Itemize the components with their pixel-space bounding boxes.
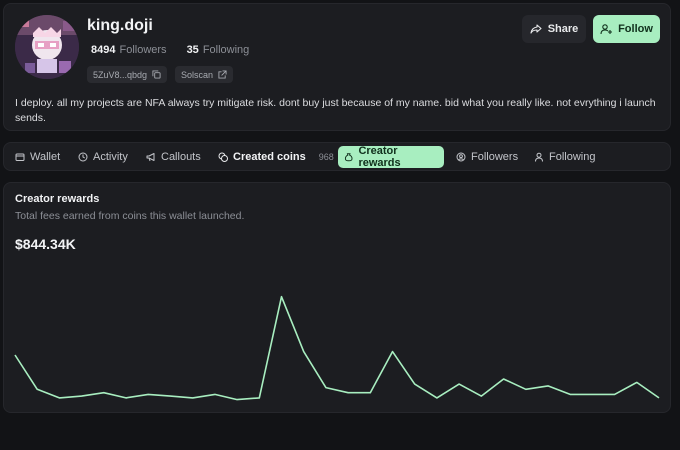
rewards-data-point[interactable]: [390, 349, 396, 355]
solscan-label: Solscan: [181, 69, 214, 80]
tab-label: Followers: [471, 151, 519, 163]
rewards-data-point[interactable]: [367, 390, 373, 396]
tab-creator-rewards[interactable]: Creator rewards: [338, 145, 444, 169]
share-icon: [530, 24, 542, 34]
followers-stat[interactable]: 8494 Followers: [91, 44, 167, 56]
tab-callouts[interactable]: Callouts: [140, 146, 207, 168]
rewards-data-point[interactable]: [345, 390, 351, 396]
copy-icon[interactable]: [152, 70, 161, 79]
tab-label: Created coins: [233, 151, 306, 163]
rewards-data-point[interactable]: [101, 390, 107, 396]
tab-label: Following: [549, 151, 596, 163]
rewards-series-line: [14, 295, 660, 401]
rewards-data-point[interactable]: [323, 385, 329, 391]
rewards-subtitle: Total fees earned from coins this wallet…: [15, 210, 245, 222]
rewards-data-point[interactable]: [434, 395, 440, 401]
tab-following[interactable]: Following: [528, 146, 601, 168]
rewards-data-point[interactable]: [634, 379, 640, 385]
rewards-data-point[interactable]: [145, 391, 151, 397]
tab-label: Wallet: [30, 151, 61, 163]
rewards-data-point[interactable]: [167, 393, 173, 399]
rewards-data-point[interactable]: [56, 395, 62, 401]
rewards-data-point[interactable]: [212, 391, 218, 397]
profile-tabs: Wallet Activity Callouts Created coins 9…: [3, 142, 671, 171]
rewards-data-point[interactable]: [412, 381, 418, 387]
rewards-data-point[interactable]: [301, 349, 307, 355]
following-count: 35: [186, 44, 199, 56]
avatar[interactable]: [15, 15, 79, 79]
rewards-data-point[interactable]: [278, 294, 284, 300]
rewards-data-point[interactable]: [478, 393, 484, 399]
rewards-data-point[interactable]: [456, 381, 462, 387]
follow-label: Follow: [618, 23, 653, 35]
megaphone-icon: [146, 153, 155, 162]
tab-created-coins[interactable]: Created coins 968: [212, 146, 340, 168]
share-button[interactable]: Share: [522, 15, 586, 43]
tab-label: Activity: [93, 151, 128, 163]
external-link-icon: [218, 70, 227, 79]
clock-icon: [78, 152, 88, 162]
wallet-address: 5ZuV8...qbdg: [93, 69, 148, 80]
following-label: Following: [202, 44, 250, 56]
rewards-data-point[interactable]: [589, 391, 595, 397]
reward-icon: [344, 153, 353, 162]
rewards-data-point[interactable]: [567, 391, 573, 397]
profile-stats: 8494 Followers 35 Following: [91, 44, 249, 56]
creator-rewards-panel: Creator rewards Total fees earned from c…: [3, 182, 671, 413]
tab-wallet[interactable]: Wallet: [9, 146, 66, 168]
share-label: Share: [547, 23, 579, 35]
avatar-image: [15, 15, 79, 79]
rewards-data-point[interactable]: [12, 352, 18, 358]
rewards-data-point[interactable]: [523, 386, 529, 392]
rewards-data-point[interactable]: [501, 376, 507, 382]
rewards-data-point[interactable]: [545, 383, 551, 389]
tab-activity[interactable]: Activity: [72, 146, 134, 168]
profile-chips: 5ZuV8...qbdg Solscan: [87, 66, 234, 83]
coins-icon: [218, 152, 228, 162]
rewards-data-point[interactable]: [612, 391, 618, 397]
following-stat[interactable]: 35 Following: [187, 44, 250, 56]
rewards-data-point[interactable]: [123, 395, 129, 401]
follow-button[interactable]: Follow: [593, 15, 660, 43]
tab-label: Callouts: [161, 151, 201, 163]
user-plus-icon: [600, 24, 613, 35]
wallet-address-chip[interactable]: 5ZuV8...qbdg: [87, 66, 168, 83]
user-icon: [535, 152, 543, 162]
solscan-link[interactable]: Solscan: [175, 66, 234, 83]
rewards-total: $844.34K: [15, 236, 76, 252]
tab-followers[interactable]: Followers: [450, 146, 524, 168]
profile-card: king.doji 8494 Followers 35 Following 5ZuV…: [3, 3, 671, 131]
wallet-icon: [15, 153, 25, 161]
tab-label: Creator rewards: [358, 145, 401, 169]
user-circle-icon: [456, 152, 466, 162]
rewards-title: Creator rewards: [15, 193, 100, 205]
created-coins-count: 968: [318, 152, 334, 162]
profile-bio: I deploy. all my projects are NFA always…: [15, 97, 656, 124]
rewards-data-point[interactable]: [190, 395, 196, 401]
rewards-data-point[interactable]: [79, 393, 85, 399]
rewards-data-point[interactable]: [656, 395, 662, 401]
rewards-data-point[interactable]: [234, 397, 240, 403]
profile-name: king.doji: [87, 17, 153, 34]
followers-label: Followers: [119, 44, 167, 56]
followers-count: 8494: [91, 44, 116, 56]
rewards-data-point[interactable]: [34, 386, 40, 392]
rewards-data-point[interactable]: [256, 395, 262, 401]
